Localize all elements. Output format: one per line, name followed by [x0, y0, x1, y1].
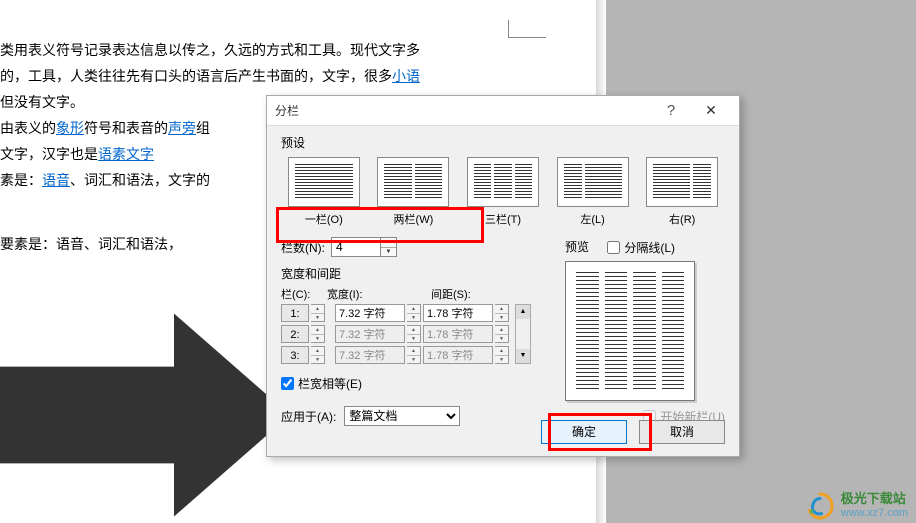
big-arrow-icon: [0, 310, 290, 520]
preview-label: 预览: [565, 238, 713, 255]
spacing-header: 间距(S):: [431, 286, 521, 302]
spacing-spinner: ▲▼: [495, 346, 509, 364]
watermark: 极光下载站 www.xz7.com: [805, 491, 908, 521]
width-input: [335, 346, 405, 364]
width-header: 宽度(I):: [327, 286, 429, 302]
cursor-mark: [508, 20, 546, 38]
col-idx: 2:: [281, 325, 309, 343]
spacing-input: [423, 325, 493, 343]
rows-scrollbar[interactable]: ▲▼: [515, 304, 531, 364]
spacing-spinner[interactable]: ▲▼: [495, 304, 509, 322]
watermark-name: 极光下载站: [841, 492, 908, 506]
doc-link[interactable]: 小语: [392, 68, 420, 84]
columns-count-spinner[interactable]: ▲▼: [381, 237, 397, 257]
doc-link[interactable]: 语音: [42, 172, 70, 188]
dialog-titlebar[interactable]: 分栏 ? ✕: [267, 96, 739, 126]
ok-button[interactable]: 确定: [541, 420, 627, 444]
close-button[interactable]: ✕: [691, 102, 731, 119]
preset-caption: 三栏(T): [460, 211, 546, 227]
doc-line: 类用表义符号记录表达信息以传之，久远的方式和工具。现代文字多: [0, 42, 420, 58]
preset-left[interactable]: 左(L): [550, 157, 636, 227]
width-input: [335, 325, 405, 343]
preset-caption: 一栏(O): [281, 211, 367, 227]
doc-line: 要素是：语音、词汇和语法，: [0, 236, 182, 252]
spacing-spinner: ▲▼: [495, 325, 509, 343]
doc-line: 但没有文字。: [0, 94, 84, 110]
col-idx-spinner[interactable]: ▲▼: [311, 304, 325, 322]
doc-line: 组: [196, 120, 210, 136]
watermark-url: www.xz7.com: [841, 506, 908, 520]
doc-line: 由表义的: [0, 120, 56, 136]
preset-label: 预设: [281, 134, 725, 151]
width-input[interactable]: [335, 304, 405, 322]
doc-link[interactable]: 声旁: [168, 120, 196, 136]
dialog-title: 分栏: [275, 102, 651, 119]
apply-to-select[interactable]: 整篇文档: [344, 406, 460, 426]
doc-link[interactable]: 语素文字: [98, 146, 154, 162]
preset-caption: 右(R): [639, 211, 725, 227]
spacing-input[interactable]: [423, 304, 493, 322]
col-idx-spinner[interactable]: ▲▼: [311, 325, 325, 343]
columns-count-label: 栏数(N):: [281, 239, 325, 256]
preset-one[interactable]: 一栏(O): [281, 157, 367, 227]
preview-sheet: [565, 261, 695, 401]
preset-row: 一栏(O) 两栏(W) 三栏(T) 左(L) 右(R): [281, 157, 725, 227]
equal-width-label: 栏宽相等(E): [298, 375, 362, 392]
doc-line: 符号和表音的: [84, 120, 168, 136]
help-button[interactable]: ?: [651, 102, 691, 119]
equal-width-checkbox[interactable]: 栏宽相等(E): [281, 375, 541, 392]
col-header: 栏(C):: [281, 286, 325, 302]
doc-line: 的，工具，人类往往先有口头的语言后产生书面的，文字，很多: [0, 68, 392, 84]
doc-link[interactable]: 象形: [56, 120, 84, 136]
columns-count-input[interactable]: [331, 237, 381, 257]
width-spinner: ▲▼: [407, 325, 421, 343]
width-spinner[interactable]: ▲▼: [407, 304, 421, 322]
preset-caption: 左(L): [550, 211, 636, 227]
preset-right[interactable]: 右(R): [639, 157, 725, 227]
col-idx: 1:: [281, 304, 309, 322]
doc-line: 、词汇和语法，文字的: [70, 172, 210, 188]
doc-line: 素是：: [0, 172, 42, 188]
preset-caption: 两栏(W): [371, 211, 457, 227]
watermark-logo-icon: [805, 491, 835, 521]
columns-dialog: 分栏 ? ✕ 预设 一栏(O) 两栏(W) 三栏(T) 左(L): [266, 95, 740, 457]
spacing-input: [423, 346, 493, 364]
preset-three[interactable]: 三栏(T): [460, 157, 546, 227]
cancel-button[interactable]: 取消: [639, 420, 725, 444]
preset-two[interactable]: 两栏(W): [371, 157, 457, 227]
col-idx: 3:: [281, 346, 309, 364]
doc-line: 文字，汉字也是: [0, 146, 98, 162]
col-idx-spinner[interactable]: ▲▼: [311, 346, 325, 364]
apply-to-label: 应用于(A):: [281, 408, 336, 425]
width-spinner: ▲▼: [407, 346, 421, 364]
